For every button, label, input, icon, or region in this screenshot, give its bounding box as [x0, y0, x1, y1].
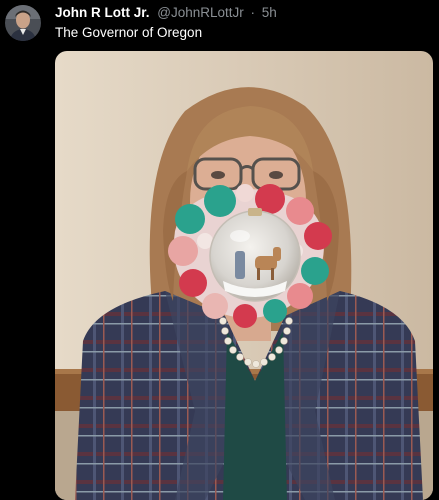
display-name[interactable]: John R Lott Jr.: [55, 5, 150, 20]
profile-avatar-image: [5, 5, 41, 41]
user-handle[interactable]: @JohnRLottJr: [157, 5, 244, 20]
photo-illustration: [55, 51, 433, 500]
tweet-photo[interactable]: [55, 51, 433, 500]
tweet-text: The Governor of Oregon: [55, 25, 203, 40]
tweet: John R Lott Jr. @JohnRLottJr · 5h The Go…: [0, 0, 439, 500]
separator-dot: ·: [250, 5, 256, 20]
tweet-header: John R Lott Jr. @JohnRLottJr · 5h: [55, 5, 431, 25]
timestamp[interactable]: 5h: [262, 5, 277, 20]
avatar[interactable]: [5, 5, 41, 41]
